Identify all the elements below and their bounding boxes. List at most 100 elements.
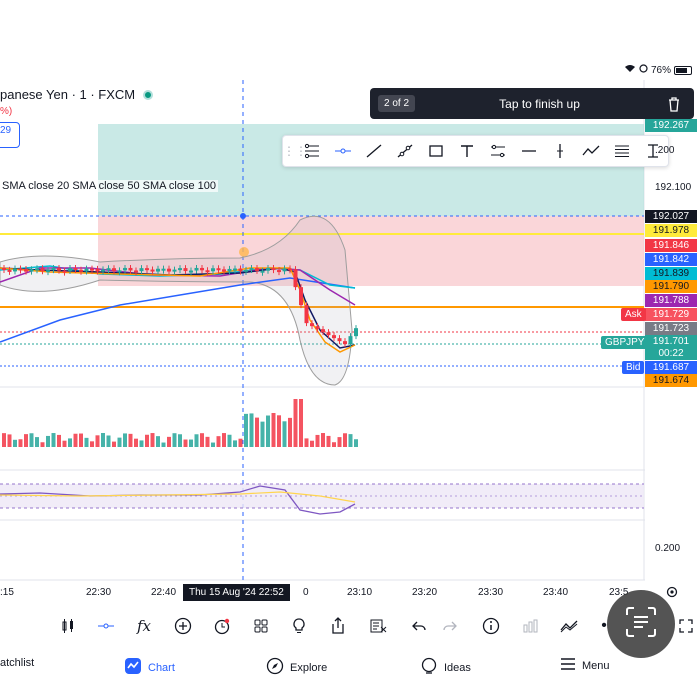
volume-bar xyxy=(79,433,83,447)
volume-bar xyxy=(315,434,320,447)
time-axis-label: 23:10 xyxy=(347,587,373,598)
parallel-channel-icon[interactable] xyxy=(483,137,514,165)
price-tag: 191.842 xyxy=(645,253,697,266)
crosshair-time-label: Thu 15 Aug '24 22:52 xyxy=(183,584,290,601)
time-axis-label: 23:40 xyxy=(543,587,569,598)
candle-body xyxy=(150,269,155,272)
volume-bar xyxy=(2,433,6,447)
crosshair-icon[interactable] xyxy=(94,614,118,638)
ideas-bulb-icon[interactable] xyxy=(287,614,311,638)
candle-body xyxy=(332,335,336,339)
candle-body xyxy=(211,268,215,272)
price-tag: 191.788 xyxy=(645,294,697,307)
candle-body xyxy=(101,269,105,272)
data-window-icon[interactable] xyxy=(518,614,542,638)
candle-body xyxy=(62,270,67,273)
compare-icon[interactable] xyxy=(557,614,581,638)
candle-body xyxy=(348,336,353,345)
trading-panel-icon[interactable] xyxy=(366,614,390,638)
volume-bar xyxy=(249,413,254,447)
volume-bar xyxy=(238,438,243,447)
volume-bar xyxy=(29,433,34,447)
candle-body xyxy=(233,268,237,271)
vertical-line-icon[interactable] xyxy=(544,137,575,165)
alert-icon[interactable] xyxy=(210,614,234,638)
candle-body xyxy=(277,270,281,273)
drawing-count: 2 of 2 xyxy=(378,95,416,112)
horizontal-segment-icon[interactable] xyxy=(513,137,544,165)
text-icon[interactable] xyxy=(452,137,483,165)
info-icon[interactable] xyxy=(479,614,503,638)
nav-explore[interactable]: Explore xyxy=(266,657,327,678)
candle-body xyxy=(167,268,171,272)
redo-icon[interactable] xyxy=(438,614,462,638)
ask-label: Ask xyxy=(621,308,646,321)
layouts-icon[interactable] xyxy=(249,614,273,638)
scan-text-button[interactable] xyxy=(607,590,675,658)
volume-bar xyxy=(40,442,45,447)
volume-bar xyxy=(57,434,61,447)
candle-body xyxy=(161,268,166,271)
extended-line-icon[interactable] xyxy=(390,137,421,165)
volume-bar xyxy=(117,437,122,447)
indicators-icon[interactable]: fx xyxy=(132,614,156,638)
volume-bar xyxy=(7,434,12,447)
drawing-toolbar[interactable]: ⋮⋮ xyxy=(282,135,669,167)
trash-icon[interactable] xyxy=(664,96,684,112)
volume-bar xyxy=(205,436,210,447)
price-tag: 192.267 xyxy=(645,119,697,132)
fullscreen-icon[interactable] xyxy=(674,614,698,638)
candle-body xyxy=(222,269,226,272)
volume-bar xyxy=(128,433,133,447)
drawing-banner[interactable]: 2 of 2 Tap to finish up xyxy=(370,88,694,119)
candle-body xyxy=(51,267,56,271)
volume-bar xyxy=(354,439,358,447)
fib-retracement-icon[interactable] xyxy=(606,137,637,165)
finish-drawing-button[interactable]: Tap to finish up xyxy=(415,97,664,111)
bottom-navigation: atchlist Chart Explore Ideas Menu xyxy=(0,655,700,681)
ray-icon[interactable] xyxy=(359,137,390,165)
market-open-icon xyxy=(143,89,154,100)
symbol-title[interactable]: panese Yen · 1 · FXCM xyxy=(0,87,154,102)
nav-explore-label: Explore xyxy=(290,661,328,674)
time-axis-label: :15 xyxy=(0,587,14,598)
path-icon[interactable] xyxy=(575,137,606,165)
nav-menu[interactable]: Menu xyxy=(560,657,610,674)
price-tag: 191.846 xyxy=(645,239,697,252)
ideas-icon xyxy=(420,657,438,678)
gear-icon[interactable] xyxy=(665,585,679,604)
drag-handle-icon[interactable]: ⋮⋮ xyxy=(283,144,307,158)
indicator-legend[interactable]: SMA close 20 SMA close 50 SMA close 100 xyxy=(0,180,219,192)
horizontal-ray-icon[interactable] xyxy=(328,137,359,165)
undo-icon[interactable] xyxy=(407,614,431,638)
volume-bar xyxy=(139,440,144,447)
nav-chart[interactable]: Chart xyxy=(124,657,175,678)
candle-body xyxy=(40,268,45,272)
volume-bar xyxy=(260,421,265,447)
volume-bar xyxy=(288,417,292,447)
chart-icon xyxy=(124,657,142,678)
volume-bar xyxy=(183,439,188,447)
price-tag: 191.723 xyxy=(645,322,697,335)
nav-ideas[interactable]: Ideas xyxy=(420,657,471,678)
candle-body xyxy=(46,270,50,273)
candle-body xyxy=(95,268,100,272)
quantity-box[interactable]: 29 xyxy=(0,122,20,148)
volume-bar xyxy=(13,439,17,447)
nav-watchlist[interactable]: atchlist xyxy=(0,657,34,669)
volume-bar xyxy=(134,438,138,447)
candle-body xyxy=(255,268,259,271)
price-tag: 191.839 xyxy=(645,267,697,280)
add-icon[interactable] xyxy=(171,614,195,638)
trend-line-icon[interactable] xyxy=(297,137,328,165)
rectangle-icon[interactable] xyxy=(421,137,452,165)
candle-body xyxy=(238,268,243,272)
price-axis-label: 192.100 xyxy=(655,182,692,193)
share-icon[interactable] xyxy=(326,614,350,638)
candle-body xyxy=(205,270,210,273)
volume-bar xyxy=(310,440,314,447)
price-change: %) xyxy=(0,106,13,117)
event-marker[interactable] xyxy=(239,247,249,257)
candles-icon[interactable] xyxy=(56,614,80,638)
candle-body xyxy=(18,268,23,271)
